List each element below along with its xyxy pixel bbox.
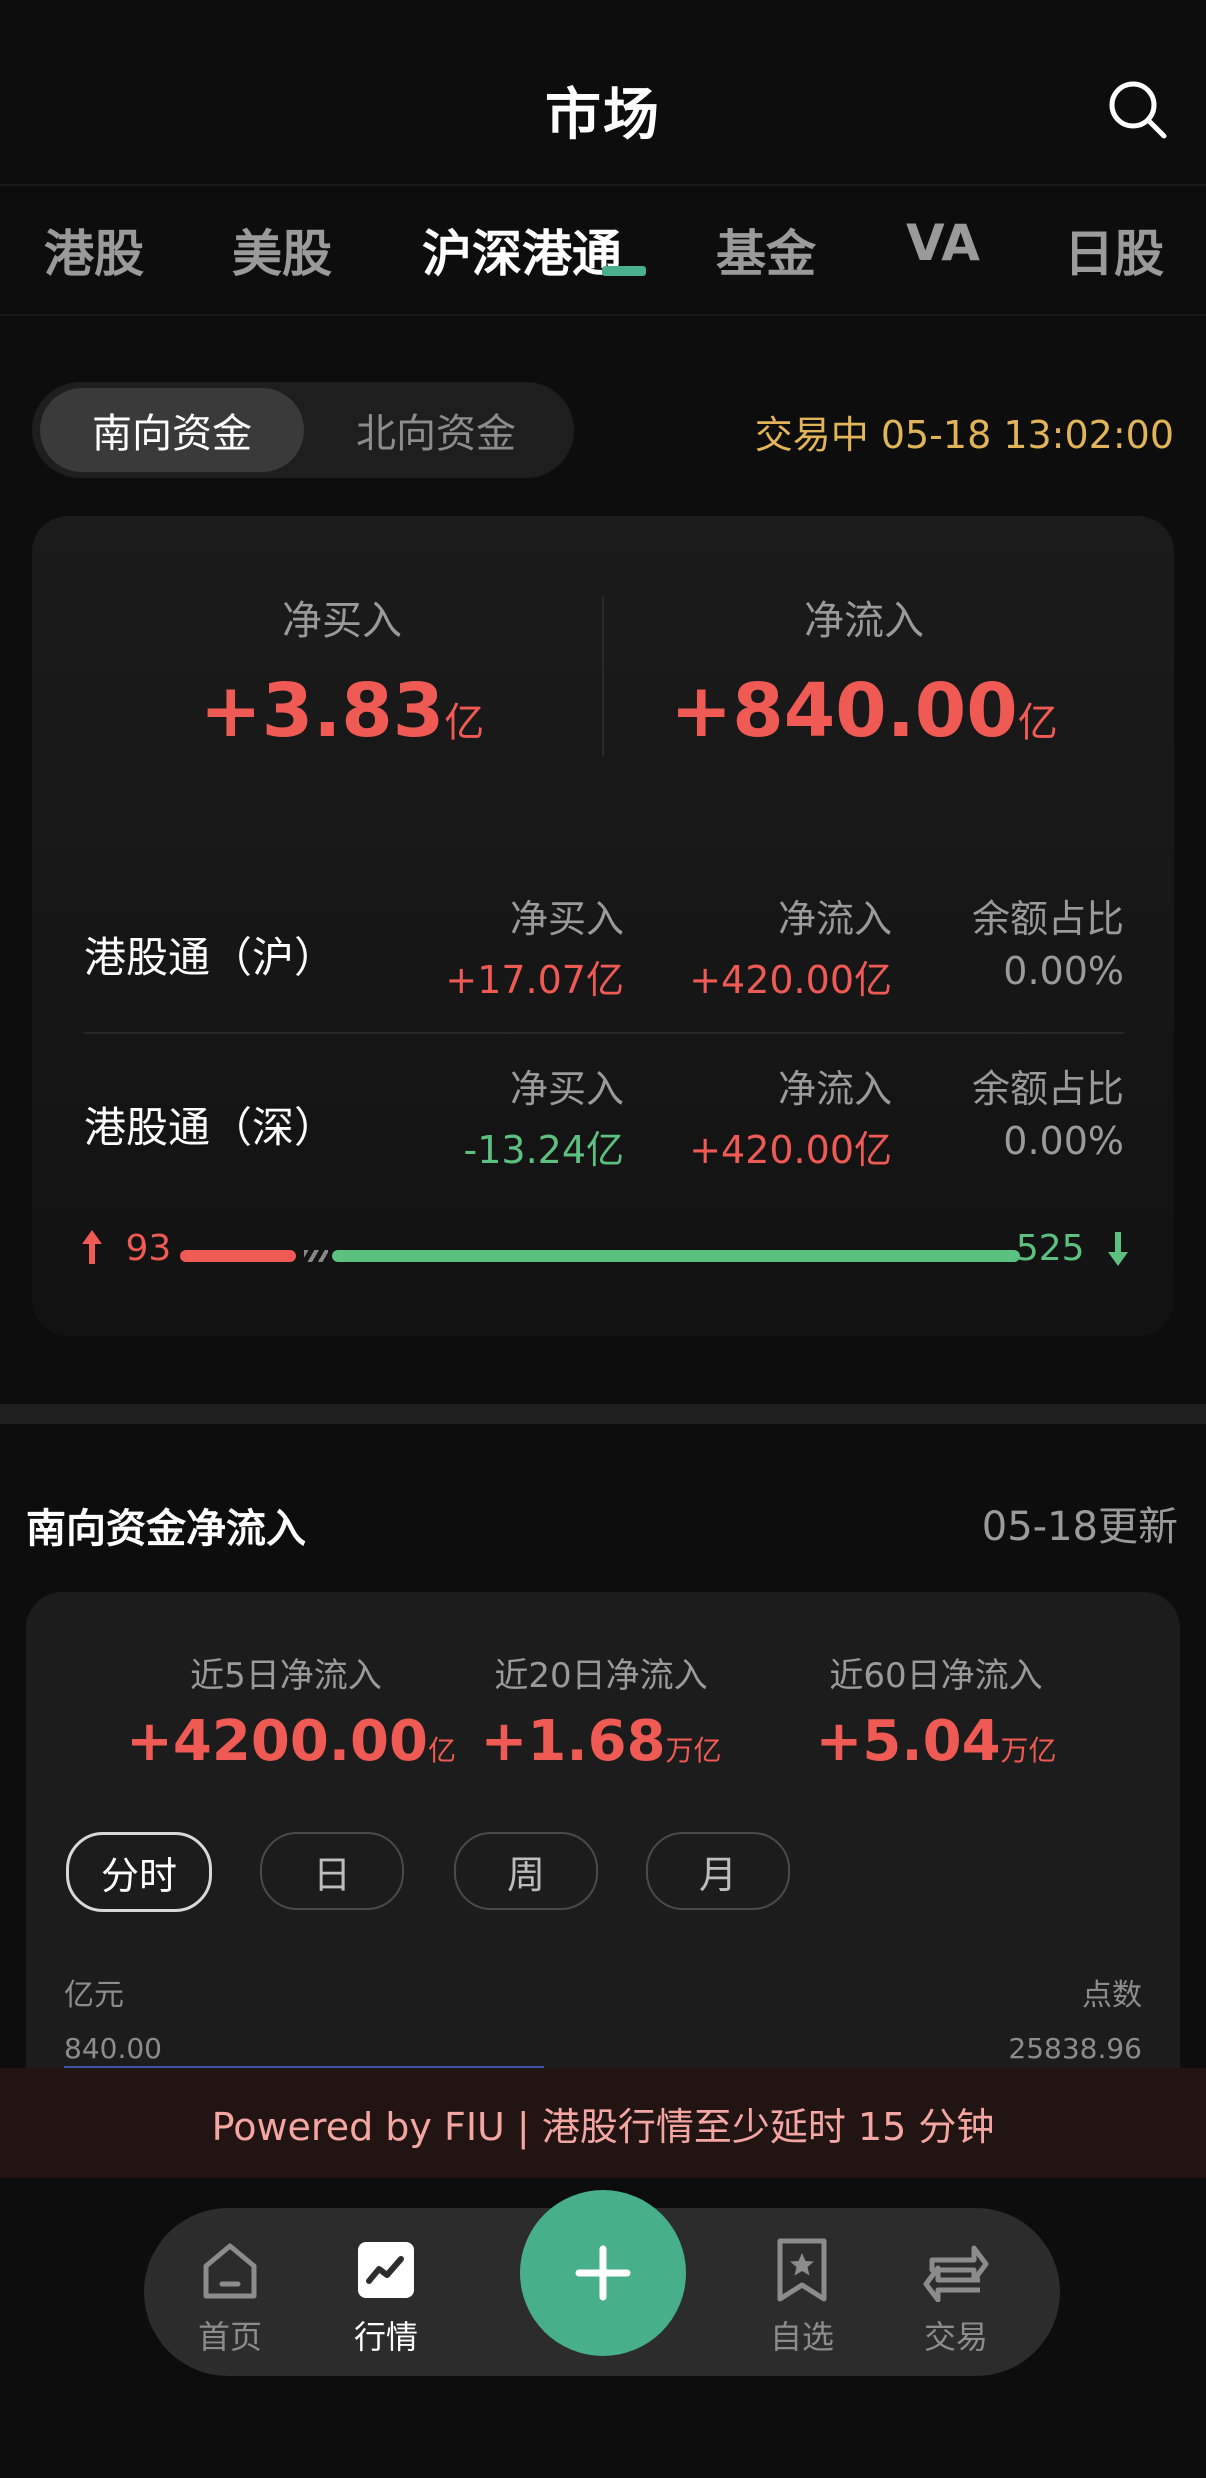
row-name: 港股通（沪） [84,933,337,982]
chart-icon [358,2242,414,2298]
row-divider [84,1032,1124,1034]
home-icon [203,2243,257,2299]
up-bar [180,1250,296,1262]
flat-bar [304,1250,328,1262]
period-day[interactable]: 日 [260,1832,404,1910]
row-net-inflow: 净流入 +420.00亿 [689,897,892,1002]
trading-status: 交易中 05-18 13:02:00 [754,413,1174,457]
down-bar [332,1250,1020,1262]
nav-watchlist[interactable]: 自选 [742,2234,862,2358]
period-intraday[interactable]: 分时 [66,1832,212,1912]
down-count: 525 [1016,1228,1130,1269]
net-inflow-card: 近5日净流入 +4200.00亿 近20日净流入 +1.68万亿 近60日净流入… [26,1592,1180,2072]
up-down-breadth: 93 525 [80,1228,1130,1278]
right-axis-unit: 点数 [1082,1978,1142,2013]
plus-icon [575,2245,631,2301]
tab-funds[interactable]: 基金 [716,214,816,286]
tab-jp-stocks[interactable]: 日股 [1064,214,1164,286]
page-title: 市场 [545,83,661,148]
left-axis-value: 840.00 [64,2032,162,2065]
tab-va[interactable]: VA [906,214,980,272]
active-tab-indicator [602,266,646,276]
arrow-down-icon [1108,1232,1128,1266]
left-axis-unit: 亿元 [64,1978,124,2013]
northbound-button[interactable]: 北向资金 [304,388,568,472]
arrow-up-icon [82,1230,102,1264]
southbound-button[interactable]: 南向资金 [40,388,304,472]
stat-5d: 近5日净流入 +4200.00亿 [126,1656,456,1774]
row-net-buy: 净买入 +17.07亿 [445,897,624,1002]
bookmark-star-icon [777,2238,827,2302]
nav-market[interactable]: 行情 [326,2234,446,2358]
net-buy-value: +3.83亿 [199,668,485,754]
right-axis-value: 25838.96 [1008,2032,1142,2065]
search-icon[interactable] [1106,78,1170,142]
period-week[interactable]: 周 [454,1832,598,1910]
period-month[interactable]: 月 [646,1832,790,1910]
stat-60d: 近60日净流入 +5.04万亿 [815,1656,1057,1774]
net-buy-summary: 净买入 +3.83亿 [82,588,602,754]
list-item-connect-sh[interactable]: 港股通（沪） 净买入 +17.07亿 净流入 +420.00亿 余额占比 0.0… [84,880,1124,1020]
exchange-icon [923,2245,989,2302]
add-button[interactable] [520,2190,686,2356]
row-net-inflow: 净流入 +420.00亿 [689,1067,892,1172]
tab-us-stocks[interactable]: 美股 [232,214,332,286]
top-bar: 市场 [0,0,1206,186]
row-name: 港股通（深） [84,1103,337,1152]
tab-stock-connect[interactable]: 沪深港通 [422,214,622,286]
list-item-connect-sz[interactable]: 港股通（深） 净买入 -13.24亿 净流入 +420.00亿 余额占比 0.0… [84,1050,1124,1190]
stat-20d: 近20日净流入 +1.68万亿 [480,1656,722,1774]
market-tabs: 港股 美股 沪深港通 基金 VA 日股 [0,186,1206,316]
net-inflow-value: +840.00亿 [670,668,1058,754]
update-date: 05-18更新 [981,1504,1178,1550]
net-inflow-label: 净流入 [804,598,924,644]
summary-card: 净买入 +3.83亿 净流入 +840.00亿 港股通（沪） 净买入 +17.0… [32,516,1174,1336]
section-separator [0,1404,1206,1424]
nav-home[interactable]: 首页 [170,2234,290,2358]
row-net-buy: 净买入 -13.24亿 [463,1067,625,1172]
up-count: 93 [80,1228,171,1269]
nav-trade[interactable]: 交易 [896,2234,1016,2358]
tab-hk-stocks[interactable]: 港股 [44,214,144,286]
section-title: 南向资金净流入 [26,1506,306,1552]
net-buy-label: 净买入 [282,598,402,644]
fund-direction-toggle: 南向资金 北向资金 [32,382,574,478]
row-balance-ratio: 余额占比 0.00% [971,897,1124,993]
net-inflow-summary: 净流入 +840.00亿 [604,588,1124,754]
row-balance-ratio: 余额占比 0.00% [971,1067,1124,1163]
delay-notice: Powered by FIU | 港股行情至少延时 15 分钟 [0,2068,1206,2178]
